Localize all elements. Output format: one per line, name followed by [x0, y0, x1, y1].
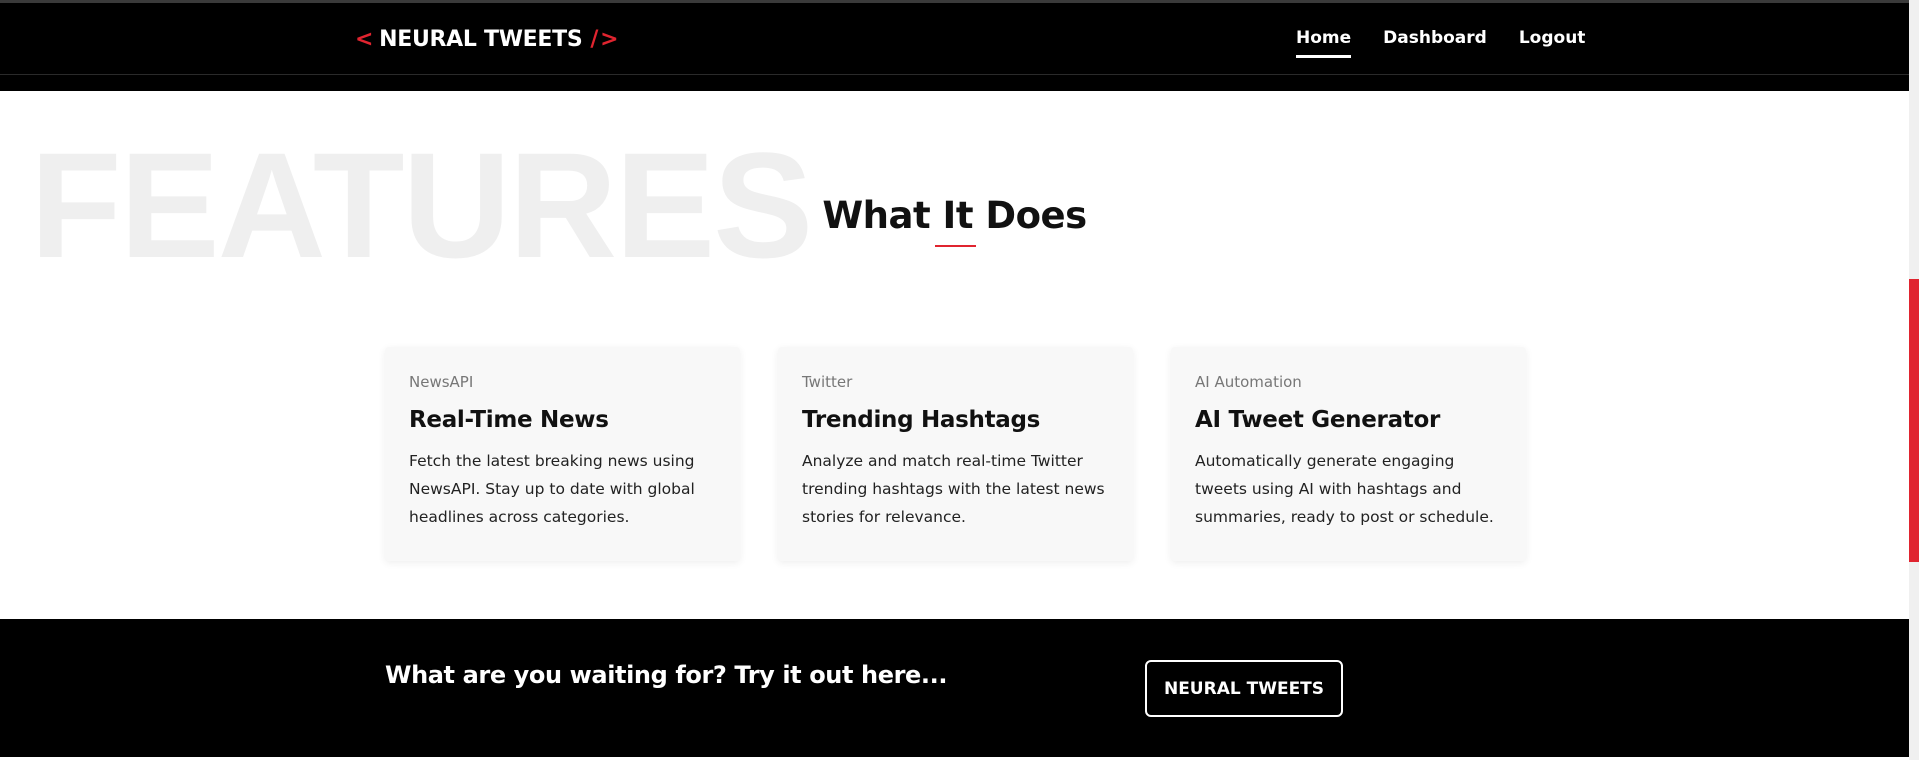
card-title: Real-Time News	[409, 407, 609, 433]
section-title: What It Does	[822, 194, 1087, 237]
card-description: Analyze and match real-time Twitter tren…	[802, 452, 1105, 526]
scrollbar-thumb[interactable]	[1909, 279, 1919, 562]
card-title: Trending Hashtags	[802, 407, 1041, 433]
feature-cards: NewsAPI Real-Time News Fetch the latest …	[385, 347, 1526, 561]
card-description: Automatically generate engaging tweets u…	[1195, 452, 1494, 526]
cta-text: What are you waiting for? Try it out her…	[385, 661, 948, 689]
card-tag: NewsAPI	[409, 373, 474, 391]
logo-slash-icon: /	[590, 26, 599, 52]
nav-home-link[interactable]: Home	[1296, 28, 1352, 58]
logo-right-chevron-icon: >	[600, 26, 619, 52]
site-header: < NEURAL TWEETS / > Home Dashboard Logou…	[0, 3, 1909, 91]
card-tag: Twitter	[802, 373, 853, 391]
title-underline	[935, 245, 976, 247]
site-logo[interactable]: < NEURAL TWEETS / >	[355, 24, 619, 54]
header-divider	[0, 74, 1909, 75]
card-title: AI Tweet Generator	[1195, 407, 1441, 433]
card-description: Fetch the latest breaking news using New…	[409, 452, 695, 526]
logo-left-chevron-icon: <	[355, 26, 374, 52]
nav-logout-link[interactable]: Logout	[1519, 28, 1586, 58]
neural-tweets-button[interactable]: NEURAL TWEETS	[1145, 660, 1343, 717]
card-tag: AI Automation	[1195, 373, 1302, 391]
feature-card-ai-generator: AI Automation AI Tweet Generator Automat…	[1171, 347, 1526, 561]
feature-card-news: NewsAPI Real-Time News Fetch the latest …	[385, 347, 740, 561]
logo-text: NEURAL TWEETS	[379, 26, 583, 52]
nav-dashboard-link[interactable]: Dashboard	[1383, 28, 1487, 58]
main-nav: Home Dashboard Logout	[1296, 28, 1617, 58]
feature-card-hashtags: Twitter Trending Hashtags Analyze and ma…	[778, 347, 1133, 561]
cta-banner: What are you waiting for? Try it out her…	[0, 619, 1909, 757]
